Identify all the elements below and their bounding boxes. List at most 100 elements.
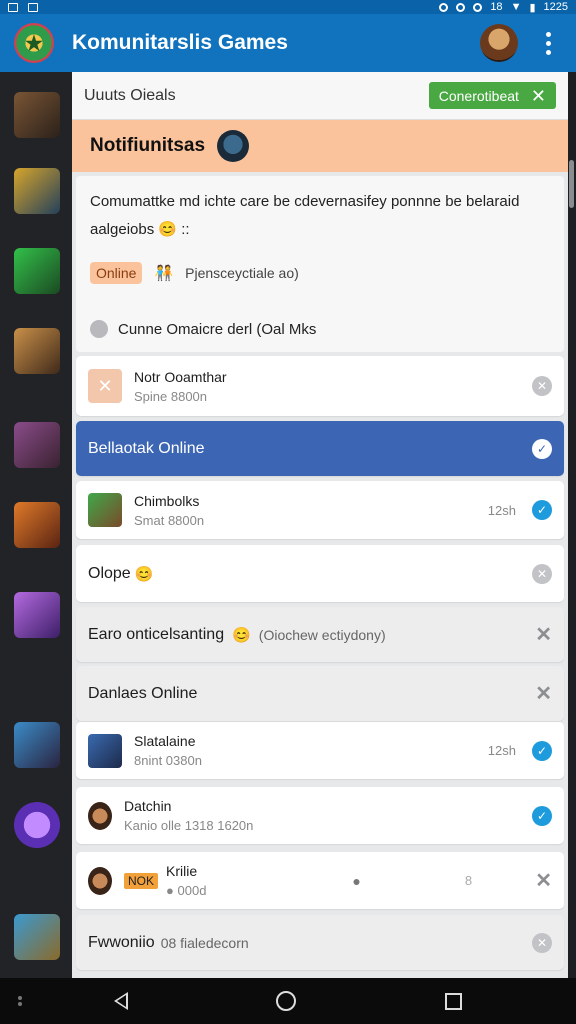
close-icon[interactable]: ✕ [535, 681, 552, 706]
app-bar: ★ Komunitarslis Games [0, 14, 576, 72]
row-title: Earo onticelsanting [88, 625, 225, 643]
chat-icon[interactable]: ● [352, 873, 360, 889]
overflow-menu-icon[interactable] [534, 23, 562, 63]
scrollbar[interactable] [569, 160, 574, 208]
coin-icon: ● [166, 883, 174, 898]
online-pill[interactable]: Online [90, 262, 143, 284]
list-item[interactable]: Danlaes Online ✕ [76, 666, 564, 721]
check-icon[interactable]: ✓ [532, 438, 552, 459]
row-title: Bellaotak Online [88, 439, 205, 457]
back-icon[interactable] [114, 992, 129, 1010]
online-row: Online 🧑‍🤝‍🧑 Pjensceyctiale ao) [90, 262, 299, 284]
filter-chip-label: Conerotibeat [438, 87, 519, 104]
filter-chip-button[interactable]: Conerotibeat ✕ [428, 82, 556, 109]
status-time: 1225 [543, 1, 568, 13]
info-text: Comumattke md ichte care be cdevernasife… [90, 193, 520, 238]
row-thumb-icon [88, 801, 112, 830]
check-icon[interactable]: ✓ [532, 740, 552, 761]
notifications-header: Notifiunitsas [72, 120, 568, 172]
check-icon[interactable]: ✓ [532, 500, 552, 520]
rail-game-8-icon[interactable] [14, 722, 60, 768]
row-time: 12sh [487, 743, 516, 758]
close-icon[interactable]: ✕ [535, 622, 552, 647]
dismiss-icon[interactable]: ✕ [532, 932, 552, 953]
rail-game-9-icon[interactable] [14, 802, 60, 848]
smile-emoji-icon: 😊 [134, 565, 154, 583]
system-nav-bar [0, 978, 576, 1024]
list-item[interactable]: Chimbolks Smat 8800n 12sh ✓ [76, 481, 564, 539]
wifi-icon: ▼ [510, 1, 522, 13]
alarm-icon [473, 2, 483, 12]
gallery-notification-icon [8, 2, 18, 12]
rail-game-3-icon[interactable] [14, 248, 60, 294]
rail-game-10-icon[interactable] [14, 914, 60, 960]
rail-game-4-icon[interactable] [14, 328, 60, 374]
row-mid-value: 8 [464, 873, 473, 888]
check-icon[interactable]: ✓ [532, 805, 552, 826]
list-item[interactable]: ✕ Notr Ooamthar Spine 8800n ✕ [76, 356, 564, 416]
row-sub: Kanio olle 1318 1620n [124, 818, 254, 833]
status-badge: NOK [124, 872, 159, 889]
list-item-active[interactable]: Bellaotak Online ✓ [76, 421, 564, 476]
recents-icon[interactable] [444, 992, 462, 1010]
row-sub: (Oiochew ectiydony) [258, 626, 386, 643]
filter-label: Uuuts Oieals [84, 86, 176, 104]
people-emoji-icon: 🧑‍🤝‍🧑 [154, 265, 174, 282]
notifications-avatar [217, 130, 250, 162]
row-thumb-icon: ✕ [88, 369, 122, 403]
row-time: 12sh [487, 502, 516, 518]
status-row: Cunne Omaicre derl (Oal Mks [90, 320, 316, 338]
rail-game-6-icon[interactable] [14, 502, 60, 548]
rail-game-2-icon[interactable] [14, 168, 60, 214]
info-card: Comumattke md ichte care be cdevernasife… [76, 176, 564, 352]
row-title: Fwwoniio [88, 933, 155, 951]
list-item[interactable]: Datchin Kanio olle 1318 1620n ✓ [76, 787, 564, 844]
list-item[interactable]: Fwwoniio 08 fialedecorn ✕ [76, 915, 564, 970]
row-name: Datchin [124, 798, 172, 814]
user-avatar[interactable] [480, 24, 518, 62]
row-title: Olope [88, 564, 131, 582]
sync-icon [439, 2, 449, 12]
rail-game-7-icon[interactable] [14, 592, 60, 638]
row-name: Krilie [166, 863, 198, 879]
status-bar: 18 ▼ ▮ 1225 [0, 0, 576, 14]
row-sub: Spine 8800n [134, 388, 208, 404]
battery-icon: ▮ [529, 1, 536, 14]
home-icon[interactable] [276, 991, 297, 1011]
smile-emoji-icon: 😊 [232, 626, 251, 644]
status-line: Cunne Omaicre derl (Oal Mks [118, 320, 317, 338]
row-thumb-icon [88, 866, 112, 895]
app-root: 18 ▼ ▮ 1225 ★ Komunitarslis Games Uuuts … [0, 0, 576, 1024]
game-rail [0, 72, 72, 978]
close-icon[interactable]: ✕ [531, 87, 546, 105]
app-title: Komunitarslis Games [72, 31, 288, 54]
message-notification-icon [28, 2, 38, 12]
row-thumb-icon [88, 733, 122, 768]
filter-row: Uuuts Oieals Conerotibeat ✕ [72, 72, 568, 120]
list-item[interactable]: NOK Krilie ● 000d ● 8 ✕ [76, 852, 564, 909]
location-icon [456, 2, 466, 12]
online-subtext: Pjensceyctiale ao) [185, 265, 299, 281]
status-dot-icon [90, 320, 108, 338]
row-sub: 08 fialedecorn [160, 934, 249, 951]
rail-game-5-icon[interactable] [14, 422, 60, 468]
nav-more-icon[interactable] [18, 996, 22, 1006]
notifications-title: Notifiunitsas [90, 135, 206, 156]
row-thumb-icon [88, 493, 122, 527]
list-item[interactable]: Olope 😊 ✕ [76, 545, 564, 602]
row-sub: 8nint 0380n [134, 753, 202, 768]
row-sub: Smat 8800n [134, 512, 205, 528]
dismiss-icon[interactable]: ✕ [532, 563, 552, 584]
list-item[interactable]: Slatalaine 8nint 0380n 12sh ✓ [76, 722, 564, 779]
row-name: Slatalaine [134, 733, 196, 749]
signal-indicator: 18 [490, 1, 503, 13]
list-item[interactable]: Earo onticelsanting 😊 (Oiochew ectiydony… [76, 607, 564, 662]
dismiss-icon[interactable]: ✕ [532, 376, 552, 396]
app-logo-icon[interactable]: ★ [14, 23, 54, 63]
smile-emoji-icon: 😊 [158, 221, 178, 238]
content-panel: Uuuts Oieals Conerotibeat ✕ Notifiunitsa… [72, 72, 568, 978]
close-icon[interactable]: ✕ [535, 868, 552, 893]
rail-game-1-icon[interactable] [14, 92, 60, 138]
row-title: Danlaes Online [88, 684, 198, 702]
row-sub: ● 000d [166, 883, 207, 898]
